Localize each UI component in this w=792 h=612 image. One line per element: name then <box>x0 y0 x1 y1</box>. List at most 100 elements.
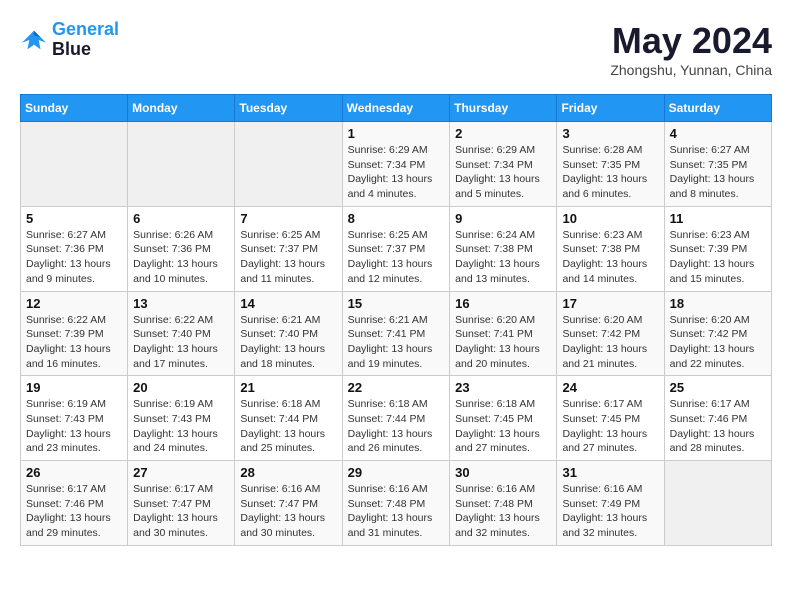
title-area: May 2024 Zhongshu, Yunnan, China <box>610 20 772 78</box>
day-number: 16 <box>455 296 551 311</box>
logo-icon <box>20 26 48 54</box>
header-day: Friday <box>557 95 664 122</box>
day-info: Sunrise: 6:19 AM Sunset: 7:43 PM Dayligh… <box>26 397 122 456</box>
day-info: Sunrise: 6:29 AM Sunset: 7:34 PM Dayligh… <box>348 143 445 202</box>
page-header: GeneralBlue May 2024 Zhongshu, Yunnan, C… <box>20 20 772 78</box>
day-number: 24 <box>562 380 658 395</box>
day-info: Sunrise: 6:21 AM Sunset: 7:40 PM Dayligh… <box>240 313 336 372</box>
calendar-cell: 14 Sunrise: 6:21 AM Sunset: 7:40 PM Dayli… <box>235 291 342 376</box>
calendar-cell <box>21 122 128 207</box>
day-number: 29 <box>348 465 445 480</box>
calendar-cell: 26 Sunrise: 6:17 AM Sunset: 7:46 PM Dayli… <box>21 461 128 546</box>
day-info: Sunrise: 6:17 AM Sunset: 7:46 PM Dayligh… <box>26 482 122 541</box>
day-info: Sunrise: 6:16 AM Sunset: 7:48 PM Dayligh… <box>455 482 551 541</box>
calendar-table: SundayMondayTuesdayWednesdayThursdayFrid… <box>20 94 772 546</box>
day-number: 26 <box>26 465 122 480</box>
day-number: 30 <box>455 465 551 480</box>
day-info: Sunrise: 6:23 AM Sunset: 7:38 PM Dayligh… <box>562 228 658 287</box>
day-number: 22 <box>348 380 445 395</box>
calendar-cell: 28Sunrise: 6:16 AM Sunset: 7:47 PM Dayli… <box>235 461 342 546</box>
day-info: Sunrise: 6:25 AM Sunset: 7:37 PM Dayligh… <box>240 228 336 287</box>
calendar-cell: 12Sunrise: 6:22 AM Sunset: 7:39 PM Dayli… <box>21 291 128 376</box>
header-day: Saturday <box>664 95 771 122</box>
month-title: May 2024 <box>610 20 772 62</box>
day-number: 31 <box>562 465 658 480</box>
calendar-cell: 22 Sunrise: 6:18 AM Sunset: 7:44 PM Dayli… <box>342 376 450 461</box>
day-info: Sunrise: 6:20 AM Sunset: 7:42 PM Dayligh… <box>562 313 658 372</box>
calendar-cell: 21 Sunrise: 6:18 AM Sunset: 7:44 PM Dayli… <box>235 376 342 461</box>
calendar-cell <box>664 461 771 546</box>
day-info: Sunrise: 6:19 AM Sunset: 7:43 PM Dayligh… <box>133 397 229 456</box>
calendar-cell: 4 Sunrise: 6:27 AM Sunset: 7:35 PM Daylig… <box>664 122 771 207</box>
calendar-cell: 3 Sunrise: 6:28 AM Sunset: 7:35 PM Daylig… <box>557 122 664 207</box>
day-number: 17 <box>562 296 658 311</box>
calendar-cell: 7 Sunrise: 6:25 AM Sunset: 7:37 PM Daylig… <box>235 206 342 291</box>
calendar-cell: 15 Sunrise: 6:21 AM Sunset: 7:41 PM Dayli… <box>342 291 450 376</box>
calendar-body: 1 Sunrise: 6:29 AM Sunset: 7:34 PM Daylig… <box>21 122 772 546</box>
day-number: 28 <box>240 465 336 480</box>
calendar-cell: 17 Sunrise: 6:20 AM Sunset: 7:42 PM Dayli… <box>557 291 664 376</box>
logo-text: GeneralBlue <box>52 20 119 60</box>
day-number: 3 <box>562 126 658 141</box>
header-day: Wednesday <box>342 95 450 122</box>
day-info: Sunrise: 6:27 AM Sunset: 7:35 PM Dayligh… <box>670 143 766 202</box>
day-number: 7 <box>240 211 336 226</box>
calendar-cell: 9Sunrise: 6:24 AM Sunset: 7:38 PM Daylig… <box>450 206 557 291</box>
day-info: Sunrise: 6:21 AM Sunset: 7:41 PM Dayligh… <box>348 313 445 372</box>
calendar-cell: 27Sunrise: 6:17 AM Sunset: 7:47 PM Dayli… <box>128 461 235 546</box>
day-number: 20 <box>133 380 229 395</box>
day-info: Sunrise: 6:17 AM Sunset: 7:45 PM Dayligh… <box>562 397 658 456</box>
calendar-week: 19 Sunrise: 6:19 AM Sunset: 7:43 PM Dayli… <box>21 376 772 461</box>
day-info: Sunrise: 6:28 AM Sunset: 7:35 PM Dayligh… <box>562 143 658 202</box>
day-number: 19 <box>26 380 122 395</box>
calendar-cell: 10Sunrise: 6:23 AM Sunset: 7:38 PM Dayli… <box>557 206 664 291</box>
calendar-cell: 30 Sunrise: 6:16 AM Sunset: 7:48 PM Dayli… <box>450 461 557 546</box>
calendar-cell: 6 Sunrise: 6:26 AM Sunset: 7:36 PM Daylig… <box>128 206 235 291</box>
day-number: 4 <box>670 126 766 141</box>
calendar-week: 26 Sunrise: 6:17 AM Sunset: 7:46 PM Dayli… <box>21 461 772 546</box>
calendar-cell: 31 Sunrise: 6:16 AM Sunset: 7:49 PM Dayli… <box>557 461 664 546</box>
day-info: Sunrise: 6:16 AM Sunset: 7:49 PM Dayligh… <box>562 482 658 541</box>
day-info: Sunrise: 6:18 AM Sunset: 7:45 PM Dayligh… <box>455 397 551 456</box>
calendar-header: SundayMondayTuesdayWednesdayThursdayFrid… <box>21 95 772 122</box>
day-number: 23 <box>455 380 551 395</box>
location-subtitle: Zhongshu, Yunnan, China <box>610 62 772 78</box>
day-info: Sunrise: 6:20 AM Sunset: 7:41 PM Dayligh… <box>455 313 551 372</box>
day-number: 13 <box>133 296 229 311</box>
day-info: Sunrise: 6:25 AM Sunset: 7:37 PM Dayligh… <box>348 228 445 287</box>
calendar-cell <box>128 122 235 207</box>
day-info: Sunrise: 6:16 AM Sunset: 7:48 PM Dayligh… <box>348 482 445 541</box>
calendar-cell: 20 Sunrise: 6:19 AM Sunset: 7:43 PM Dayli… <box>128 376 235 461</box>
day-info: Sunrise: 6:18 AM Sunset: 7:44 PM Dayligh… <box>348 397 445 456</box>
day-number: 1 <box>348 126 445 141</box>
day-number: 5 <box>26 211 122 226</box>
calendar-cell: 18 Sunrise: 6:20 AM Sunset: 7:42 PM Dayli… <box>664 291 771 376</box>
calendar-cell: 1 Sunrise: 6:29 AM Sunset: 7:34 PM Daylig… <box>342 122 450 207</box>
day-info: Sunrise: 6:18 AM Sunset: 7:44 PM Dayligh… <box>240 397 336 456</box>
calendar-cell: 8 Sunrise: 6:25 AM Sunset: 7:37 PM Daylig… <box>342 206 450 291</box>
day-number: 18 <box>670 296 766 311</box>
day-number: 15 <box>348 296 445 311</box>
day-number: 11 <box>670 211 766 226</box>
day-number: 25 <box>670 380 766 395</box>
calendar-cell: 11Sunrise: 6:23 AM Sunset: 7:39 PM Dayli… <box>664 206 771 291</box>
day-number: 14 <box>240 296 336 311</box>
calendar-cell: 5Sunrise: 6:27 AM Sunset: 7:36 PM Daylig… <box>21 206 128 291</box>
calendar-cell: 24 Sunrise: 6:17 AM Sunset: 7:45 PM Dayli… <box>557 376 664 461</box>
header-day: Monday <box>128 95 235 122</box>
calendar-cell: 16 Sunrise: 6:20 AM Sunset: 7:41 PM Dayli… <box>450 291 557 376</box>
day-number: 21 <box>240 380 336 395</box>
day-info: Sunrise: 6:20 AM Sunset: 7:42 PM Dayligh… <box>670 313 766 372</box>
day-info: Sunrise: 6:26 AM Sunset: 7:36 PM Dayligh… <box>133 228 229 287</box>
calendar-cell: 2Sunrise: 6:29 AM Sunset: 7:34 PM Daylig… <box>450 122 557 207</box>
day-number: 27 <box>133 465 229 480</box>
day-info: Sunrise: 6:22 AM Sunset: 7:39 PM Dayligh… <box>26 313 122 372</box>
calendar-cell: 29 Sunrise: 6:16 AM Sunset: 7:48 PM Dayli… <box>342 461 450 546</box>
header-day: Tuesday <box>235 95 342 122</box>
day-number: 6 <box>133 211 229 226</box>
logo: GeneralBlue <box>20 20 119 60</box>
day-number: 8 <box>348 211 445 226</box>
day-info: Sunrise: 6:24 AM Sunset: 7:38 PM Dayligh… <box>455 228 551 287</box>
day-info: Sunrise: 6:17 AM Sunset: 7:46 PM Dayligh… <box>670 397 766 456</box>
day-info: Sunrise: 6:29 AM Sunset: 7:34 PM Dayligh… <box>455 143 551 202</box>
